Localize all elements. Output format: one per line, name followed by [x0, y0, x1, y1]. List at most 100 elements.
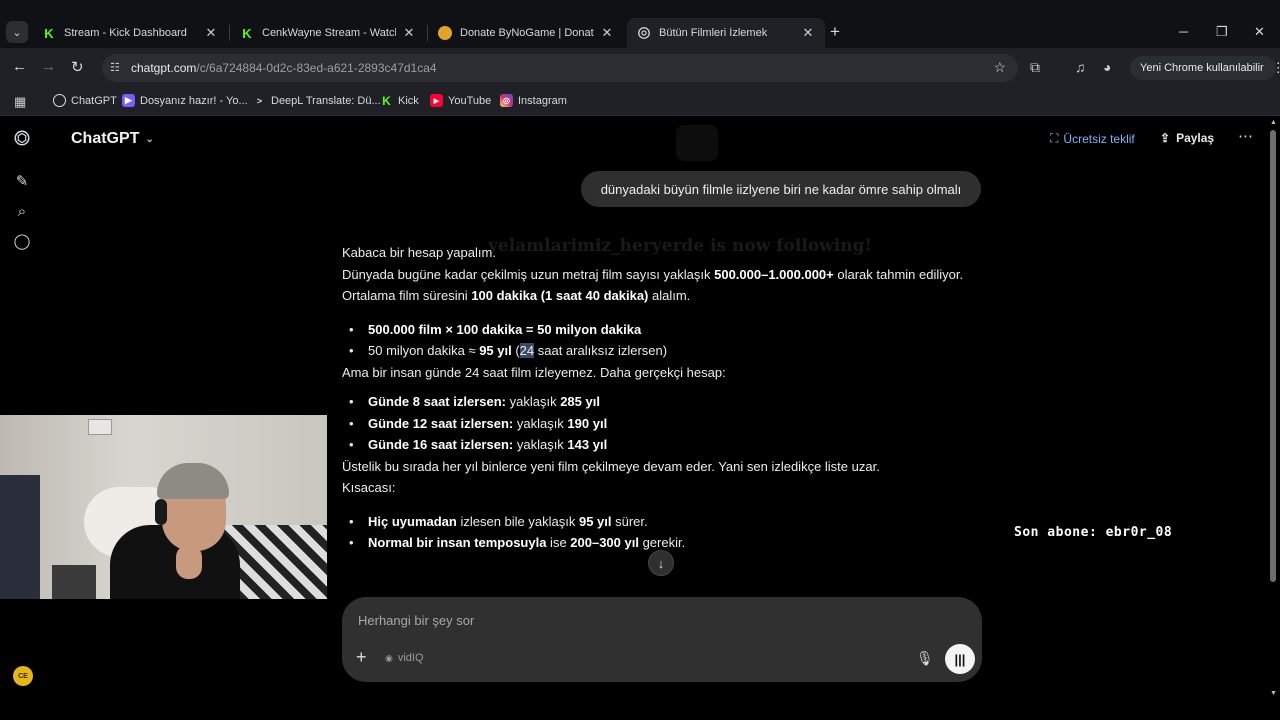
close-icon[interactable]: ✕	[801, 25, 815, 41]
free-offer-button[interactable]: ⛶ Ücretsiz teklif	[1050, 131, 1135, 146]
plus-icon: +	[830, 22, 840, 41]
restore-button[interactable]: ❐	[1216, 24, 1228, 40]
microphone-icon[interactable]: 🎙︎	[916, 650, 934, 667]
close-window-button[interactable]: ✕	[1254, 24, 1265, 40]
tab-kick-dashboard[interactable]: K Stream - Kick Dashboard ✕	[32, 18, 228, 48]
prompt-input[interactable]: Herhangi bir şey sor	[358, 613, 474, 628]
prompt-composer[interactable]: Herhangi bir şey sor + ◉ vidIQ 🎙︎ |||	[342, 597, 982, 682]
webcam-wall-frame	[88, 419, 112, 435]
close-icon[interactable]: ✕	[204, 25, 218, 41]
scroll-down-arrow-icon[interactable]: ▼	[1270, 690, 1277, 697]
text: 50 milyon dakika ≈	[368, 343, 480, 358]
reload-button[interactable]: ↻	[71, 58, 84, 76]
restore-icon: ❐	[1216, 24, 1228, 39]
gift-icon: ⛶	[1050, 131, 1059, 145]
forward-button[interactable]: →	[41, 58, 56, 75]
model-title: ChatGPT	[71, 130, 140, 147]
chrome-update-chip[interactable]: Yeni Chrome kullanılabilir ⋮	[1130, 56, 1280, 80]
bookmark-dosyaniz[interactable]: ▶ Dosyanız hazır! - Yo...	[122, 94, 248, 107]
tab-title: Donate ByNoGame | Donations	[460, 27, 594, 39]
text: yaklaşık	[513, 437, 568, 452]
text-bold: 95 yıl	[578, 513, 612, 529]
chatgpt-logo-icon[interactable]	[13, 129, 31, 147]
avatar[interactable]: CE	[13, 666, 33, 686]
tab-cenkwayne-stream[interactable]: K CenkWayne Stream - Watch Live ✕	[230, 18, 426, 48]
new-tab-button[interactable]: +	[830, 22, 840, 42]
tab-butun-filmleri[interactable]: Bütün Filmleri İzlemek ✕	[627, 18, 825, 48]
scroll-up-icon[interactable]: ▲	[1270, 119, 1277, 126]
bynogame-icon	[438, 26, 452, 40]
bookmark-youtube[interactable]: ▶ YouTube	[430, 94, 491, 107]
list-item: Günde 8 saat izlersen: yaklaşık 285 yıl	[342, 391, 992, 413]
last-subscriber-overlay: Son abone: ebr0r_08	[1014, 525, 1173, 540]
text-bold: Günde 12 saat izlersen:	[368, 415, 514, 431]
text: saat aralıksız izlersen)	[534, 343, 668, 358]
text: Ortalama film süresini	[342, 288, 472, 303]
chatgpt-icon	[637, 26, 651, 40]
chevron-down-icon: ⌄	[145, 133, 154, 145]
text: Dünyada bugüne kadar çekilmiş uzun metra…	[342, 266, 715, 282]
bookmark-chatgpt[interactable]: ChatGPT	[53, 94, 117, 107]
vidiq-button[interactable]: ◉ vidIQ	[385, 652, 424, 664]
apps-grid-icon[interactable]: ▦	[14, 94, 26, 110]
deepl-icon: >	[256, 95, 263, 106]
page-scrollbar[interactable]: ▲ ▼	[1269, 119, 1277, 702]
site-settings-icon[interactable]: ☷	[110, 61, 120, 74]
bookmark-star-icon[interactable]: ☆	[993, 59, 1006, 76]
scroll-to-bottom-button[interactable]: ↓	[648, 550, 674, 576]
share-label: Paylaş	[1176, 131, 1215, 145]
voice-mode-button[interactable]: |||	[945, 644, 975, 674]
text-bold: Günde 8 saat izlersen:	[368, 394, 506, 409]
webcam-headset	[155, 499, 167, 525]
scrollbar-thumb[interactable]	[1270, 130, 1276, 582]
bookmark-label: DeepL Translate: Dü...	[271, 94, 381, 107]
webcam-person-hand	[176, 545, 202, 579]
text-bold: 190 yıl	[567, 415, 608, 431]
close-icon[interactable]: ✕	[600, 25, 614, 41]
reload-icon: ↻	[71, 59, 84, 76]
tab-search-button[interactable]: ⌄	[6, 21, 28, 43]
bookmark-label: ChatGPT	[71, 94, 117, 107]
arrow-right-icon: →	[41, 58, 56, 75]
tab-title: Bütün Filmleri İzlemek	[659, 27, 768, 39]
bookmark-instagram[interactable]: ◎ Instagram	[500, 94, 567, 107]
text-bold: 500.000–1.000.000+	[714, 266, 834, 282]
address-bar[interactable]: ☷ chatgpt.com/c/6a724884-0d2c-83ed-a621-…	[102, 54, 1018, 82]
media-controls-icon[interactable]: ♫	[1075, 59, 1086, 75]
kebab-menu-icon[interactable]: ⋮	[1272, 60, 1280, 76]
url-text[interactable]: chatgpt.com/c/6a724884-0d2c-83ed-a621-28…	[131, 61, 437, 75]
new-chat-icon[interactable]: ✎	[13, 172, 31, 190]
share-button[interactable]: ⇪ Paylaş	[1160, 131, 1214, 145]
more-options-icon[interactable]: ⋯	[1238, 127, 1253, 145]
kick-icon: K	[242, 25, 252, 41]
list-item: Günde 12 saat izlersen: yaklaşık 190 yıl	[342, 413, 992, 435]
tab-bynogame-donate[interactable]: Donate ByNoGame | Donations ✕	[428, 18, 624, 48]
answer-list: Hiç uyumadan izlesen bile yaklaşık 95 yı…	[342, 511, 992, 554]
bookmark-deepl[interactable]: > DeepL Translate: Dü...	[253, 94, 381, 107]
text-bold: 200–300 yıl	[570, 535, 639, 550]
answer-summary-heading: Kısacası:	[342, 480, 396, 495]
model-selector[interactable]: ChatGPT ⌄	[71, 130, 154, 148]
share-icon: ⇪	[1160, 131, 1171, 145]
bookmark-kick[interactable]: K Kick	[380, 94, 419, 108]
text: olarak tahmin ediliyor.	[833, 266, 964, 282]
chat-bubble-icon[interactable]: ◯	[13, 232, 31, 250]
text-bold: 95 yıl	[479, 343, 512, 358]
search-icon[interactable]: ⌕	[13, 202, 31, 220]
url-host: chatgpt.com	[131, 61, 197, 75]
answer-intro: Kabaca bir hesap yapalım.	[342, 245, 496, 260]
text: gerekir.	[638, 535, 686, 550]
tab-strip: ⌄ K Stream - Kick Dashboard ✕ K CenkWayn…	[0, 0, 1280, 48]
attach-plus-icon[interactable]: +	[356, 647, 367, 668]
browser-toolbar: ← → ↻ ☷ chatgpt.com/c/6a724884-0d2c-83ed…	[0, 48, 1280, 88]
back-button[interactable]: ←	[12, 58, 27, 75]
answer-list: 500.000 film × 100 dakika = 50 milyon da…	[342, 319, 992, 362]
close-icon[interactable]: ✕	[402, 25, 416, 41]
chevron-down-icon: ⌄	[12, 26, 22, 39]
extensions-icon[interactable]: ⧉	[1030, 59, 1040, 76]
tab-title: Stream - Kick Dashboard	[64, 27, 187, 39]
minimize-button[interactable]: ─	[1179, 24, 1188, 39]
answer-paragraph: Üstelik bu sırada her yıl binlerce yeni …	[342, 458, 880, 474]
overlay-ghost-logo	[676, 125, 718, 161]
profile-avatar-icon[interactable]: ◕	[1103, 59, 1111, 75]
